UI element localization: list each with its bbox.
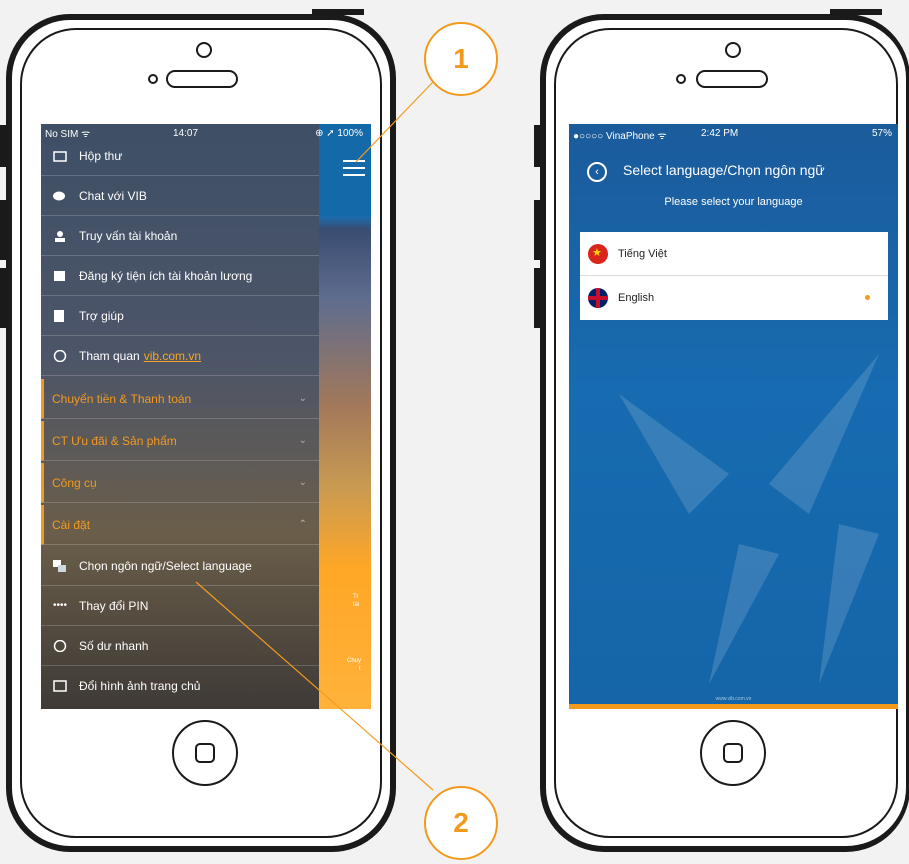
footer-url: www.vib.com.vn <box>715 696 752 702</box>
volume-up-button <box>534 200 540 260</box>
power-button <box>830 9 882 15</box>
section-label: Chuyển tiền & Thanh toán <box>52 391 192 406</box>
battery: ⊕ ➚ 100% <box>315 127 363 139</box>
menu-item-salary-register[interactable]: Đăng ký tiện ích tài khoản lương <box>41 256 319 296</box>
menu-item-label: Truy vấn tài khoản <box>79 228 178 243</box>
menu-item-chat[interactable]: Chat với VIB <box>41 176 319 216</box>
inbox-icon <box>53 150 67 162</box>
globe-icon <box>53 349 67 362</box>
volume-down-button <box>0 268 6 328</box>
website-link[interactable]: vib.com.vn <box>144 349 201 363</box>
menu-item-label: Số dư nhanh <box>79 638 149 653</box>
back-arrow-icon[interactable]: ‹ <box>587 162 607 182</box>
menu-item-account[interactable]: Truy vấn tài khoản <box>41 216 319 256</box>
pin-icon: •••• <box>53 599 68 611</box>
menu-item-label: Trợ giúp <box>79 308 124 323</box>
right-screen: ●○○○○ VinaPhone ᯤ 2:42 PM 57% ‹ Select l… <box>569 124 898 709</box>
menu-item-change-home-image[interactable]: Đổi hình ảnh trang chủ <box>41 666 319 706</box>
section-label: Công cụ <box>52 475 97 490</box>
section-label: Cài đặt <box>52 517 91 532</box>
user-icon <box>53 230 67 242</box>
earpiece-speaker <box>166 70 238 88</box>
hamburger-menu-icon[interactable] <box>343 160 365 178</box>
language-option-vietnamese[interactable]: Tiếng Việt <box>580 232 888 276</box>
callout-2: 2 <box>424 786 498 860</box>
menu-item-inbox[interactable]: Hộp thư <box>41 136 319 176</box>
front-camera <box>725 42 741 58</box>
volume-up-button <box>0 200 6 260</box>
menu-item-label: Tham quan <box>79 348 140 363</box>
help-icon <box>53 309 67 322</box>
left-screen: No SIM ᯤ 14:07 ⊕ ➚ 100% Hộp thư Chat với… <box>41 124 371 709</box>
chevron-down-icon: ⌄ <box>298 393 307 404</box>
section-promotions[interactable]: CT Ưu đãi & Sản phẩm ⌄ <box>41 421 319 461</box>
section-transfer[interactable]: Chuyển tiền & Thanh toán ⌄ <box>41 379 319 419</box>
dollar-icon <box>53 639 67 652</box>
volume-down-button <box>534 268 540 328</box>
menu-item-quick-balance[interactable]: Số dư nhanh <box>41 626 319 666</box>
side-shortcut-label: Chuy <box>347 658 362 664</box>
menu-item-label: Hộp thư <box>79 148 123 163</box>
battery: 57% <box>871 128 892 139</box>
section-settings[interactable]: Cài đặt ⌃ <box>41 505 319 545</box>
clock: 2:42 PM <box>701 128 739 139</box>
page-subtitle: Please select your language <box>664 196 803 208</box>
menu-item-visit[interactable]: Tham quan vib.com.vn <box>41 336 319 376</box>
carrier: ●○○○○ VinaPhone ᯤ <box>573 131 667 142</box>
language-option-english[interactable]: English <box>580 276 888 320</box>
language-label: Tiếng Việt <box>618 247 667 260</box>
section-tools[interactable]: Công cụ ⌄ <box>41 463 319 503</box>
bottom-accent-bar <box>569 704 898 709</box>
sensor <box>148 74 158 84</box>
menu-item-label: Đổi hình ảnh trang chủ <box>79 679 201 693</box>
status-bar: ●○○○○ VinaPhone ᯤ 2:42 PM 57% <box>569 124 898 142</box>
image-icon <box>53 680 67 692</box>
front-camera <box>196 42 212 58</box>
menu-item-select-language[interactable]: Chọn ngôn ngữ/Select language <box>41 546 319 586</box>
register-icon <box>53 270 67 282</box>
side-shortcut-label: t <box>359 666 361 672</box>
menu-item-label: Chọn ngôn ngữ/Select language <box>79 558 252 573</box>
menu-item-label: Thay đổi PIN <box>79 598 149 613</box>
chat-icon <box>53 190 67 202</box>
sensor <box>676 74 686 84</box>
side-shortcut-label: tài <box>353 602 360 608</box>
menu-item-label: Chat với VIB <box>79 188 147 203</box>
menu-item-change-pin[interactable]: •••• Thay đổi PIN <box>41 586 319 626</box>
vib-logo-watermark <box>619 354 879 684</box>
home-button <box>172 720 238 786</box>
side-shortcut-label: Tr <box>353 594 359 600</box>
callout-1: 1 <box>424 22 498 96</box>
selected-indicator <box>865 295 870 300</box>
mute-switch <box>534 125 540 167</box>
section-label: CT Ưu đãi & Sản phẩm <box>52 433 177 448</box>
home-button <box>700 720 766 786</box>
chevron-down-icon: ⌄ <box>298 435 307 446</box>
earpiece-speaker <box>696 70 768 88</box>
language-label: English <box>618 292 655 304</box>
uk-flag-icon <box>588 288 608 308</box>
language-icon <box>53 559 67 572</box>
mute-switch <box>0 125 6 167</box>
vn-flag-icon <box>588 243 608 264</box>
menu-item-help[interactable]: Trợ giúp <box>41 296 319 336</box>
page-title: Select language/Chọn ngôn ngữ <box>623 162 825 178</box>
power-button <box>312 9 364 15</box>
chevron-down-icon: ⌄ <box>298 477 307 488</box>
language-list: Tiếng Việt English <box>580 232 888 320</box>
chevron-up-icon: ⌃ <box>298 519 307 530</box>
menu-item-label: Đăng ký tiện ích tài khoản lương <box>79 268 253 283</box>
